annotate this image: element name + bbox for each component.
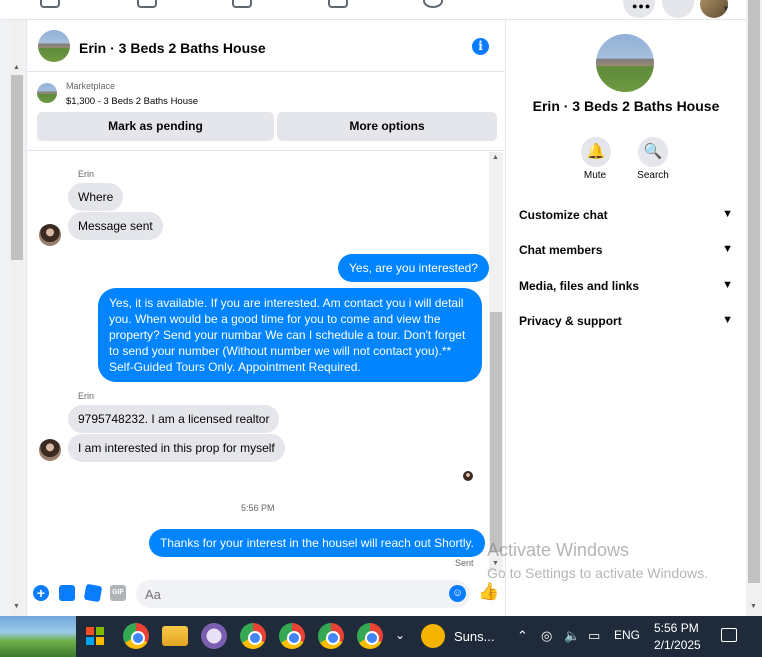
chrome-icon[interactable] [123,623,149,649]
chat-panel: Erin · 3 Beds 2 Baths House i Marketplac… [26,20,507,616]
chevron-down-icon: ▼ [722,243,733,255]
section-label: Chat members [519,243,603,257]
seen-receipt-avatar [463,471,473,481]
weather-text[interactable]: Suns... [454,629,494,644]
windows-start-icon[interactable] [86,627,104,645]
mute-label: Mute [583,170,607,181]
section-label: Media, files and links [519,279,640,293]
listing-thumbnail[interactable] [37,83,57,103]
message-bubble-outgoing[interactable]: Yes, it is available. If you are interes… [98,288,482,382]
watch-icon[interactable] [232,0,252,8]
gaming-icon[interactable] [423,0,443,8]
chat-scrollbar[interactable]: ▲ ▼ [489,152,503,572]
like-icon[interactable]: 👍 [478,582,499,602]
chrome-icon[interactable] [279,623,305,649]
weather-icon[interactable] [421,624,445,648]
marketplace-banner: Marketplace $1,300 - 3 Beds 2 Baths Hous… [27,73,507,151]
more-options-button[interactable]: More options [277,112,497,141]
chrome-icon[interactable] [240,623,266,649]
chevron-down-icon: ▼ [722,279,733,291]
file-explorer-icon[interactable] [162,626,188,646]
clock-time[interactable]: 5:56 PM [654,621,699,635]
chrome-icon[interactable] [318,623,344,649]
sticker-icon[interactable] [83,583,103,603]
listing-photo[interactable] [596,34,654,92]
listing-avatar[interactable] [38,30,70,62]
grid-icon: ●●● [632,1,652,11]
chat-details-panel: Erin · 3 Beds 2 Baths House 🔔 Mute 🔍 Sea… [506,20,746,616]
speaker-icon[interactable]: 🔈 [564,628,580,644]
search-label: Search [637,170,669,181]
chat-members-section[interactable]: Chat members ▼ [519,243,733,265]
message-list: Erin Where Message sent Yes, are you int… [27,152,507,572]
sender-avatar[interactable] [39,439,61,461]
screen: ●●● ▼ ▲ ▼ Erin · 3 Beds 2 Baths House i … [0,0,762,657]
privacy-support-section[interactable]: Privacy & support ▼ [519,314,733,336]
sender-name: Erin [78,169,95,179]
image-icon[interactable] [59,585,75,601]
message-bubble-incoming[interactable]: Where [68,183,124,211]
home-icon[interactable] [40,0,60,8]
windows-taskbar: ⌄ Suns... ⌃ ◎ 🔈 ▭ ENG 5:56 PM 2/1/2025 [0,616,762,657]
chat-scrollbar-thumb[interactable] [490,312,502,552]
activate-windows-watermark: Activate Windows [487,540,630,560]
notifications-button[interactable] [662,0,694,18]
plus-icon[interactable]: + [33,585,49,601]
chevron-up-icon[interactable]: ⌃ [517,628,528,644]
widgets-button[interactable] [0,616,76,657]
network-icon[interactable]: ▭ [588,628,600,644]
message-input[interactable] [136,580,470,608]
top-navigation-bar: ●●● ▼ [0,0,746,20]
scroll-down-icon[interactable]: ▼ [13,603,20,610]
marketplace-icon[interactable] [328,0,348,8]
groups-icon[interactable] [137,0,157,8]
emoji-icon[interactable]: ☺ [449,585,466,602]
left-scrollbar-thumb[interactable] [11,75,23,260]
sent-status: Sent [455,558,474,568]
search-icon[interactable]: 🔍 [638,137,668,167]
message-bubble-outgoing[interactable]: Yes, are you interested? [338,254,489,282]
scroll-down-icon[interactable]: ▼ [750,603,757,610]
page-scrollbar[interactable]: ▼ [746,0,762,616]
clock-date[interactable]: 2/1/2025 [654,638,701,652]
menu-button[interactable]: ●●● [623,0,655,18]
bell-icon[interactable]: 🔔 [581,137,611,167]
message-timestamp: 5:56 PM [241,503,275,513]
marketplace-label: Marketplace [66,81,116,91]
chrome-icon[interactable] [357,623,383,649]
message-bubble-incoming[interactable]: 9795748232. I am a licensed realtor [68,405,280,433]
sender-avatar[interactable] [39,224,61,246]
message-composer: + GIF ☺ 👍 [27,572,507,616]
chat-title[interactable]: Erin · 3 Beds 2 Baths House [79,40,266,56]
mark-as-pending-button[interactable]: Mark as pending [37,112,274,141]
scroll-up-icon[interactable]: ▲ [492,154,499,161]
info-icon[interactable]: i [472,38,489,55]
message-bubble-incoming[interactable]: Message sent [68,212,163,240]
sender-name: Erin [78,391,95,401]
camera-icon[interactable]: ◎ [541,628,552,644]
chat-header: Erin · 3 Beds 2 Baths House i [27,20,507,72]
customize-chat-section[interactable]: Customize chat ▼ [519,208,733,230]
media-files-links-section[interactable]: Media, files and links ▼ [519,279,733,301]
chevron-down-icon: ▼ [722,314,733,326]
message-bubble-outgoing[interactable]: Thanks for your interest in the housel w… [149,529,485,557]
activate-windows-hint: Go to Settings to activate Windows. [487,565,708,581]
notification-center-icon[interactable] [721,628,737,642]
language-indicator[interactable]: ENG [614,628,640,642]
listing-title[interactable]: $1,300 - 3 Beds 2 Baths House [66,96,198,107]
section-label: Privacy & support [519,314,622,328]
app-icon[interactable] [201,623,227,649]
section-label: Customize chat [519,208,608,222]
details-title: Erin · 3 Beds 2 Baths House [532,98,720,114]
page-scrollbar-thumb[interactable] [748,0,760,583]
chevron-down-icon[interactable]: ▼ [722,4,730,13]
message-bubble-incoming[interactable]: I am interested in this prop for myself [68,434,285,462]
chevron-down-icon[interactable]: ⌄ [395,628,405,642]
left-scroll-area: ▲ ▼ [0,20,26,616]
gif-icon[interactable]: GIF [110,585,126,601]
chevron-down-icon: ▼ [722,208,733,220]
scroll-up-icon[interactable]: ▲ [13,64,20,71]
